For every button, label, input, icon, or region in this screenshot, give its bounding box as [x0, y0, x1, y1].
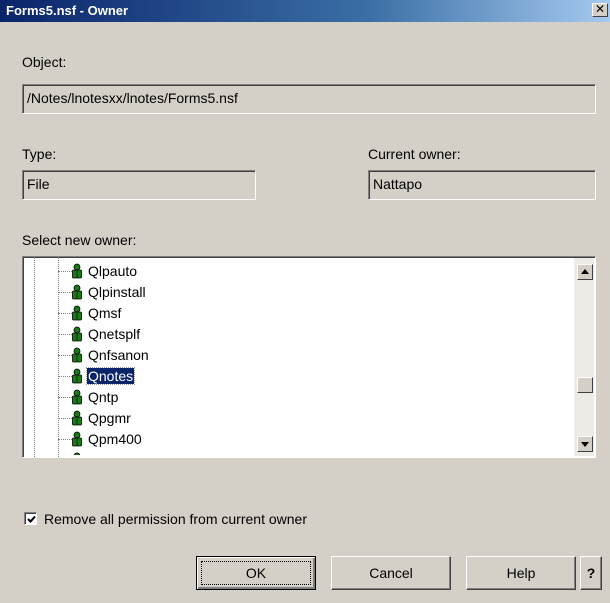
owner-tree[interactable]: Qlpauto Qlpinstall Qmsf Qnetsplf Qnfsanon Qno… [22, 256, 596, 458]
user-icon [71, 326, 83, 342]
select-new-owner-label: Select new owner: [22, 232, 137, 248]
user-icon [71, 452, 83, 455]
help-button-label: Help [506, 565, 536, 581]
scroll-up-button[interactable] [577, 264, 593, 280]
scroll-thumb[interactable] [577, 376, 593, 393]
tree-branch-line [58, 292, 72, 293]
tree-branch-line [58, 439, 72, 440]
tree-branch-line [58, 376, 72, 377]
user-icon [71, 431, 83, 447]
scroll-down-button[interactable] [577, 436, 593, 452]
tree-item[interactable]: Qmsf [23, 303, 568, 324]
question-mark-icon: ? [586, 565, 596, 581]
current-owner-field: Nattapo [368, 170, 596, 200]
tree-item-label: Qnetsplf [88, 326, 141, 342]
user-icon [71, 347, 83, 363]
arrow-down-icon [581, 442, 589, 447]
user-icon [71, 368, 83, 384]
tree-item[interactable]: Qlpauto [23, 261, 568, 282]
tree-branch-line [58, 334, 72, 335]
tree-item-label: Qnotes [85, 367, 136, 385]
title-bar[interactable]: Forms5.nsf - Owner ✕ [0, 0, 610, 22]
checkmark-icon [27, 515, 36, 523]
ok-button[interactable]: OK [196, 556, 316, 590]
vertical-scrollbar[interactable] [574, 258, 594, 456]
tree-branch-line [58, 355, 72, 356]
tree-item[interactable]: Qnetsplf [23, 324, 568, 345]
tree-item-label: Qpgmr [88, 410, 131, 426]
user-icon [71, 305, 83, 321]
tree-item-label: Qmsf [88, 305, 122, 321]
close-icon: ✕ [594, 2, 606, 16]
focus-rectangle [201, 561, 311, 585]
tree-item-label: Qnfsanon [88, 347, 149, 363]
object-label: Object: [22, 54, 67, 70]
tree-item-label: Qlpinstall [88, 284, 146, 300]
tree-item[interactable]: Qntp [23, 387, 568, 408]
arrow-up-icon [581, 269, 589, 274]
window-title: Forms5.nsf - Owner [6, 3, 129, 18]
tree-item[interactable]: Qpgmr [23, 408, 568, 429]
cancel-button-label: Cancel [369, 565, 413, 581]
tree-branch-line [58, 418, 72, 419]
tree-item-label: Qpm400 [88, 431, 142, 447]
tree-item-label: Qrje [87, 452, 115, 455]
owner-list[interactable]: Qlpauto Qlpinstall Qmsf Qnetsplf Qnfsanon Qno… [23, 261, 568, 455]
current-owner-label: Current owner: [368, 146, 461, 162]
help-button[interactable]: Help [466, 556, 576, 590]
type-label: Type: [22, 146, 57, 162]
object-field: /Notes/lnotesxx/lnotes/Forms5.nsf [22, 84, 596, 114]
user-icon [71, 284, 83, 300]
tree-item[interactable]: Qpm400 [23, 429, 568, 450]
cancel-button[interactable]: Cancel [331, 556, 451, 590]
tree-branch-line [58, 397, 72, 398]
tree-item[interactable]: Qnotes [23, 366, 568, 387]
tree-item-label: Qntp [88, 389, 119, 405]
type-field: File [22, 170, 256, 200]
whats-this-button[interactable]: ? [580, 556, 602, 590]
tree-item[interactable]: Qnfsanon [23, 345, 568, 366]
tree-branch-line [58, 271, 72, 272]
remove-permission-label: Remove all permission from current owner [44, 511, 307, 527]
user-icon [71, 263, 83, 279]
user-icon [71, 389, 83, 405]
tree-item-label: Qlpauto [88, 263, 138, 279]
close-button[interactable]: ✕ [592, 3, 608, 17]
remove-permission-checkbox[interactable] [24, 512, 37, 525]
tree-item[interactable]: Qlpinstall [23, 282, 568, 303]
user-icon [71, 410, 83, 426]
tree-item[interactable]: Qrje [23, 450, 568, 455]
tree-branch-line [58, 313, 72, 314]
owner-dialog: Forms5.nsf - Owner ✕ Object: /Notes/lnot… [0, 0, 610, 603]
